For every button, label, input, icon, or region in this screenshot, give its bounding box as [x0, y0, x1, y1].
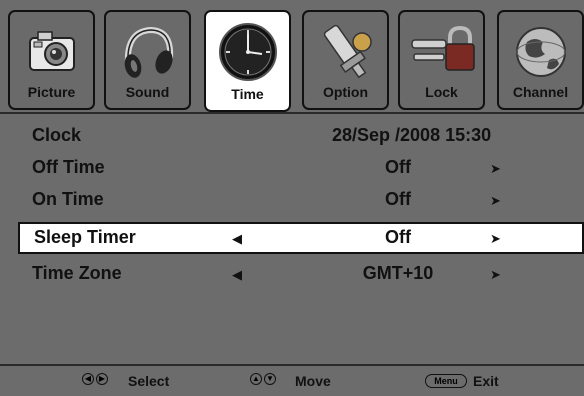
left-right-keys-icon: ◀ ▶ — [82, 373, 108, 385]
row-value: Off — [385, 157, 411, 177]
menu-row-on-time[interactable]: On Time Off ➤ — [18, 184, 584, 216]
tab-label: Picture — [27, 84, 76, 100]
row-label: Time Zone — [32, 263, 122, 283]
footer-select-label: Select — [128, 373, 170, 389]
footer-exit-label: Exit — [473, 373, 499, 389]
camera-icon — [10, 20, 93, 84]
right-arrow-icon[interactable]: ➤ — [490, 193, 501, 209]
row-label: Clock — [32, 125, 82, 145]
tab-option[interactable]: Option — [302, 10, 389, 110]
tab-bar: Picture Sound Time Option Lock Channel — [8, 10, 584, 112]
tab-label: Lock — [425, 84, 458, 100]
tab-lock[interactable]: Lock — [398, 10, 485, 110]
up-key-icon: ▲ — [250, 373, 262, 385]
header-divider — [0, 112, 584, 114]
right-arrow-icon[interactable]: ➤ — [490, 231, 501, 247]
row-label: Off Time — [32, 157, 105, 177]
right-arrow-icon[interactable]: ➤ — [490, 161, 501, 177]
row-value: GMT+10 — [362, 263, 434, 283]
menu-row-time-zone[interactable]: Time Zone ◀ GMT+10 ➤ — [18, 258, 584, 290]
right-arrow-icon[interactable]: ➤ — [490, 267, 501, 283]
row-value: Off — [385, 189, 411, 209]
lock-icon — [400, 20, 483, 84]
osd-menu-window: Picture Sound Time Option Lock Channel C… — [0, 0, 584, 396]
menu-row-sleep-timer[interactable]: Sleep Timer ◀ Off ➤ — [18, 222, 584, 254]
headphones-icon — [106, 20, 189, 84]
tab-time[interactable]: Time — [204, 10, 291, 112]
row-label: Sleep Timer — [34, 227, 136, 247]
menu-row-off-time[interactable]: Off Time Off ➤ — [18, 152, 584, 184]
left-arrow-icon[interactable]: ◀ — [232, 267, 242, 283]
tab-label: Sound — [125, 84, 170, 100]
down-key-icon: ▼ — [264, 373, 276, 385]
left-arrow-icon[interactable]: ◀ — [232, 231, 242, 247]
globe-icon — [499, 20, 582, 84]
right-key-icon: ▶ — [96, 373, 108, 385]
row-value: Off — [385, 227, 411, 247]
tab-label: Option — [322, 84, 369, 100]
tab-label: Time — [231, 86, 264, 102]
tab-channel[interactable]: Channel — [497, 10, 584, 110]
gear-icon — [304, 20, 387, 84]
footer-move-label: Move — [295, 373, 331, 389]
tab-picture[interactable]: Picture — [8, 10, 95, 110]
menu-key-icon: Menu — [425, 374, 467, 388]
clock-icon — [206, 20, 289, 84]
left-key-icon: ◀ — [82, 373, 94, 385]
tab-label: Channel — [512, 84, 569, 100]
clock-value: 28/Sep /2008 15:30 — [332, 125, 492, 145]
footer-bar: ◀ ▶ Select ▲ ▼ Move Menu Exit — [0, 366, 584, 396]
row-label: On Time — [32, 189, 104, 209]
up-down-keys-icon: ▲ ▼ — [250, 373, 276, 385]
tab-sound[interactable]: Sound — [104, 10, 191, 110]
menu-row-clock: Clock 28/Sep /2008 15:30 — [18, 120, 584, 152]
